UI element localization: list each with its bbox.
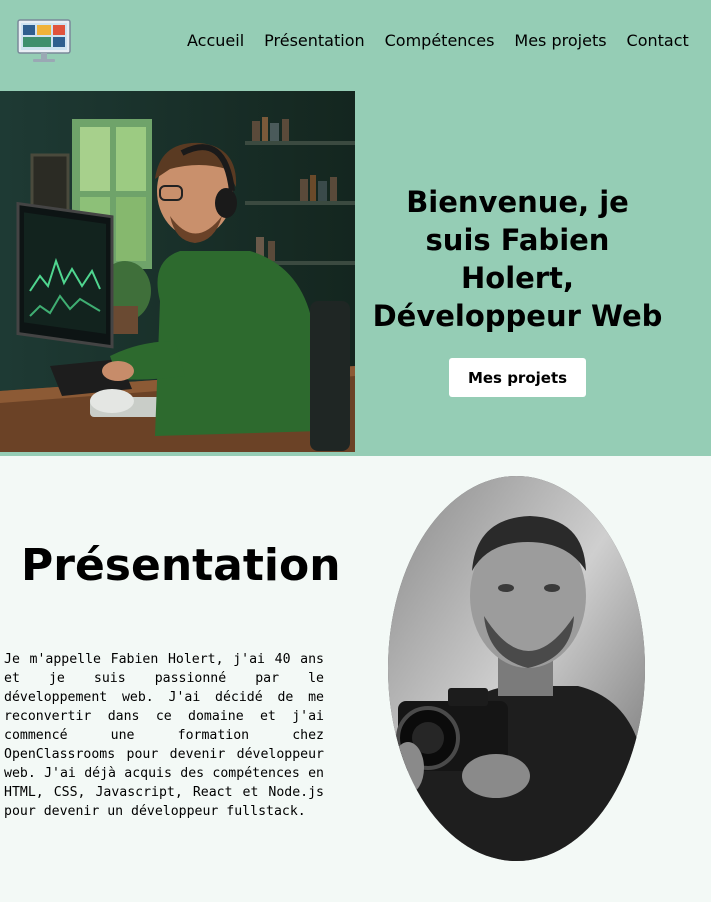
nav-link-presentation[interactable]: Présentation <box>264 31 364 51</box>
nav-link-competences[interactable]: Compétences <box>385 31 495 51</box>
site-header: Accueil Présentation Compétences Mes pro… <box>0 0 711 456</box>
hero-developer-image <box>0 91 355 452</box>
portrait-photo <box>388 476 645 861</box>
computer-monitor-logo-icon[interactable] <box>17 19 71 63</box>
nav-link-contact[interactable]: Contact <box>627 31 689 51</box>
hero-title: Bienvenue, je suis Fabien Holert, Dévelo… <box>372 185 663 333</box>
nav-link-accueil[interactable]: Accueil <box>187 31 244 51</box>
presentation-title: Présentation <box>21 540 341 591</box>
presentation-text: Je m'appelle Fabien Holert, j'ai 40 ans … <box>4 652 324 819</box>
nav-link-mes-projets[interactable]: Mes projets <box>514 31 606 51</box>
main-nav: Accueil Présentation Compétences Mes pro… <box>187 31 689 51</box>
mes-projets-button[interactable]: Mes projets <box>449 358 586 397</box>
